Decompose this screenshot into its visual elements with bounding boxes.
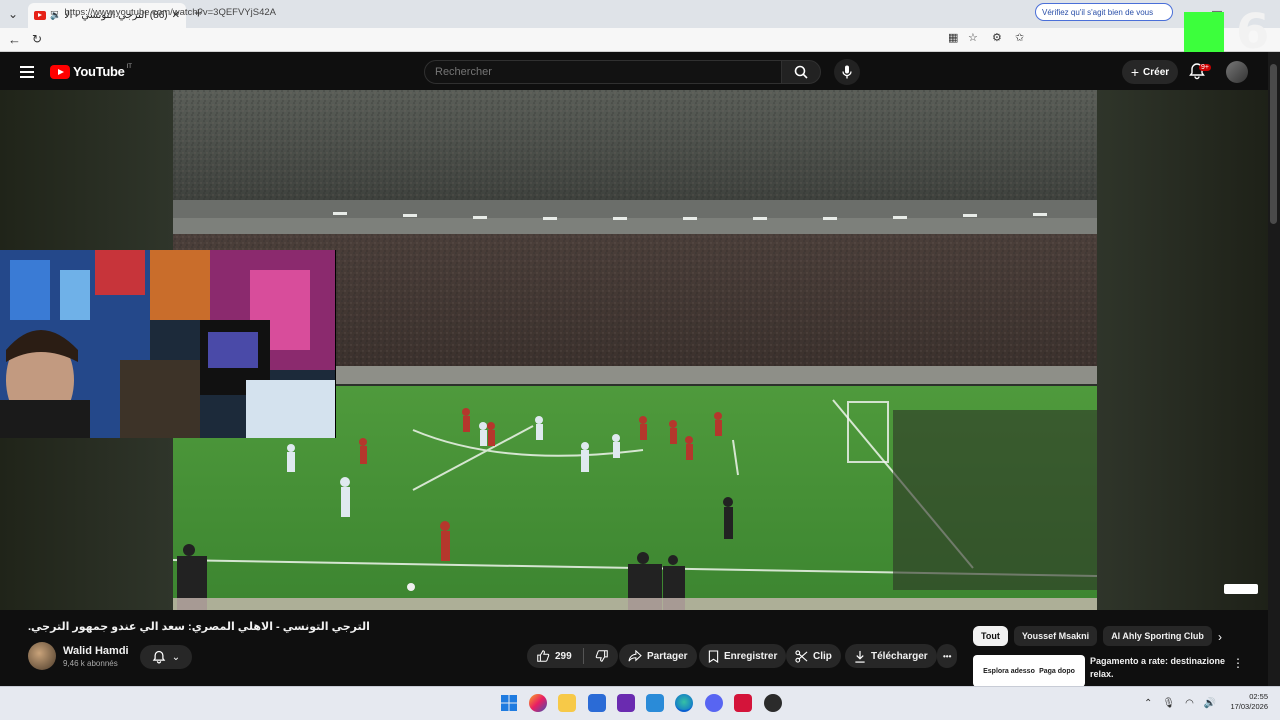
profile-verify-button[interactable]: Vérifiez qu'il s'agit bien de vous (1035, 3, 1173, 21)
notification-count-badge: 9+ (1199, 64, 1211, 71)
save-label: Enregistrer (724, 650, 778, 662)
microphone-icon (842, 65, 852, 79)
related-chips: Tout Youssef Msakni Al Ahly Sporting Clu… (973, 626, 1212, 646)
share-arrow-icon (628, 650, 642, 662)
like-divider (582, 648, 584, 664)
plus-icon: + (1130, 64, 1140, 80)
site-info-icon[interactable]: ▭ (50, 7, 59, 18)
messenger-icon[interactable] (705, 694, 723, 712)
bookmark-icon (708, 649, 719, 663)
video-title: الترجي التونسي - الاهلي المصري: سعد الي … (28, 621, 370, 633)
ad-thumbnail[interactable]: Esplora adesso Paga dopo (973, 655, 1085, 687)
windows-start-icon[interactable] (500, 694, 518, 712)
clip-label: Clip (813, 650, 832, 662)
webcam-overlay (0, 250, 336, 438)
settings-app-icon[interactable] (646, 694, 664, 712)
ad-thumb-right-text: Paga dopo (1039, 667, 1075, 675)
url-field[interactable]: ▭ https://www.youtube.com/watch?v=3QEFVY… (50, 3, 930, 21)
download-label: Télécharger (871, 650, 928, 662)
menu-hamburger-icon[interactable] (20, 66, 34, 78)
create-label: Créer (1143, 66, 1170, 78)
copilot-icon[interactable] (529, 694, 547, 712)
share-button[interactable]: Partager (619, 644, 697, 668)
system-tray: ⌃ 🎙 ◠ 🔊 (1144, 690, 1216, 716)
like-count[interactable]: 299 (555, 651, 572, 662)
chip-all[interactable]: Tout (973, 626, 1008, 646)
search-input[interactable] (424, 60, 782, 84)
verify-text: Vérifiez qu'il s'agit bien de vous (1042, 7, 1154, 17)
url-text: https://www.youtube.com/watch?v=3QEFVYjS… (64, 6, 276, 18)
tray-chevron-up-icon[interactable]: ⌃ (1144, 698, 1152, 709)
browser-address-bar (0, 28, 1280, 52)
video-ambient-right (1097, 90, 1268, 610)
account-avatar[interactable] (1226, 61, 1248, 83)
ad-more-vertical-icon[interactable]: ⋮ (1232, 656, 1244, 670)
download-icon (855, 650, 865, 663)
windows-taskbar (0, 686, 1280, 720)
scissors-icon (795, 649, 808, 663)
chevron-right-icon[interactable]: › (1218, 630, 1222, 644)
channel-subscribers: 9,46 k abonnés (63, 659, 118, 668)
reload-icon[interactable]: ↻ (32, 33, 42, 45)
share-label: Partager (647, 650, 688, 662)
youtube-play-icon (50, 64, 70, 79)
chip-youssef-msakni[interactable]: Youssef Msakni (1013, 626, 1098, 646)
edge-browser-icon[interactable] (675, 694, 693, 712)
youtube-logo[interactable]: YouTube IT (50, 64, 132, 79)
youtube-country-code: IT (126, 63, 132, 70)
scrollbar-thumb[interactable] (1270, 64, 1277, 224)
favorite-star-icon[interactable]: ☆ (968, 33, 978, 44)
obs-icon[interactable] (764, 694, 782, 712)
voice-search-button[interactable] (834, 59, 860, 85)
favorites-icon[interactable]: ✩ (1015, 33, 1024, 44)
back-arrow-icon[interactable]: ← (8, 33, 21, 46)
channel-name[interactable]: Walid Hamdi (63, 645, 129, 657)
thumbs-down-icon[interactable] (595, 649, 609, 663)
extension-icon[interactable]: ⚙ (992, 33, 1002, 44)
store-icon[interactable] (588, 694, 606, 712)
ad-thumb-left-text: Esplora adesso (983, 667, 1035, 675)
save-button[interactable]: Enregistrer (699, 644, 787, 668)
clip-button[interactable]: Clip (786, 644, 841, 668)
subscription-bell-button[interactable]: ⌄ (140, 645, 192, 669)
create-button[interactable]: + Créer (1122, 60, 1178, 84)
bell-icon (152, 650, 166, 664)
youtube-favicon-icon (34, 11, 46, 20)
ad-title[interactable]: Pagamento a rate: destinazione relax. (1090, 655, 1230, 681)
search-button[interactable] (781, 60, 821, 84)
app-purple-icon[interactable] (617, 694, 635, 712)
miniplayer-badge (1224, 584, 1258, 594)
thumbs-up-icon[interactable] (536, 649, 550, 663)
tab-list-chevron-icon[interactable]: ⌄ (8, 8, 18, 20)
channel-avatar[interactable] (28, 642, 56, 670)
webcam-scene (0, 250, 335, 438)
clock-time: 02:55 (1249, 692, 1268, 701)
more-dots-icon: ••• (943, 651, 952, 661)
reader-view-icon[interactable]: ▦ (948, 33, 958, 44)
chip-al-ahly[interactable]: Al Ahly Sporting Club (1103, 626, 1212, 646)
clock-date: 17/03/2026 (1230, 702, 1268, 711)
system-clock[interactable]: 02:55 17/03/2026 (1212, 692, 1268, 712)
more-actions-button[interactable]: ••• (937, 644, 958, 668)
like-dislike-group: 299 (527, 644, 618, 668)
file-explorer-icon[interactable] (558, 694, 576, 712)
mic-icon[interactable]: 🎙 (1162, 698, 1175, 709)
download-button[interactable]: Télécharger (845, 644, 937, 668)
chevron-down-icon: ⌄ (171, 651, 181, 663)
wifi-icon[interactable]: ◠ (1185, 698, 1194, 709)
youtube-logo-text: YouTube (73, 64, 125, 79)
app-red-icon[interactable] (734, 694, 752, 712)
search-icon (794, 65, 808, 79)
